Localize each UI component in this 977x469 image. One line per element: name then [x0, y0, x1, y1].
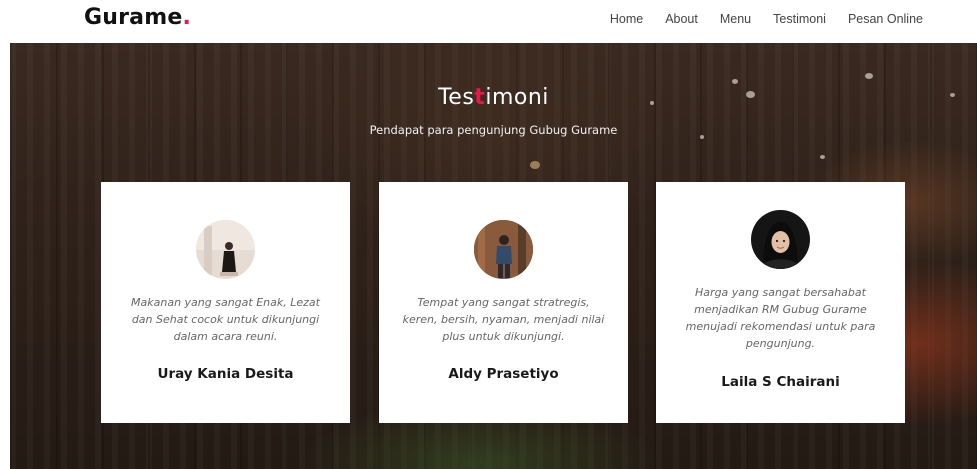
- avatar: [751, 210, 810, 269]
- nav-link-menu[interactable]: Menu: [720, 12, 751, 26]
- nav-link-testimoni[interactable]: Testimoni: [773, 12, 826, 26]
- nav-link-home[interactable]: Home: [610, 12, 643, 26]
- testimoni-section: Testimoni Pendapat para pengunjung Gubug…: [10, 43, 977, 469]
- testimonial-card-3: Harga yang sangat bersahabat menjadikan …: [656, 182, 905, 423]
- section-subtitle: Pendapat para pengunjung Gubug Gurame: [369, 123, 618, 137]
- background-speck: [732, 79, 738, 84]
- title-part-2: imoni: [485, 85, 549, 110]
- nav-menu: Home About Menu Testimoni Pesan Online: [610, 12, 923, 26]
- brand-dot: .: [182, 5, 192, 30]
- avatar: [474, 220, 533, 279]
- background-speck: [820, 155, 825, 159]
- avatar: [196, 220, 255, 279]
- avatar-photo-icon: [196, 220, 255, 279]
- avatar-photo-icon: [751, 210, 810, 269]
- background-speck: [530, 161, 540, 169]
- testimonial-card-1: Makanan yang sangat Enak, Lezat dan Seha…: [101, 182, 350, 423]
- testimonial-name: Uray Kania Desita: [157, 366, 294, 382]
- section-title: Testimoni: [10, 85, 977, 110]
- title-part-1: Tes: [438, 85, 475, 110]
- testimonial-quote: Harga yang sangat bersahabat menjadikan …: [685, 286, 876, 350]
- avatar-photo-icon: [474, 220, 533, 279]
- background-speck: [865, 73, 873, 79]
- testimonial-name: Aldy Prasetiyo: [448, 366, 559, 382]
- testimonial-quote: Tempat yang sangat stratregis, keren, be…: [402, 296, 605, 343]
- nav-link-pesan-online[interactable]: Pesan Online: [848, 12, 923, 26]
- testimonial-quote: Makanan yang sangat Enak, Lezat dan Seha…: [131, 296, 320, 343]
- navbar: Gurame. Home About Menu Testimoni Pesan …: [0, 0, 977, 43]
- testimonial-name: Laila S Chairani: [721, 374, 840, 390]
- brand-name: Gurame: [84, 5, 183, 30]
- title-accent-letter: t: [474, 85, 486, 110]
- brand-logo[interactable]: Gurame.: [84, 5, 191, 30]
- testimonial-card-2: Tempat yang sangat stratregis, keren, be…: [379, 182, 628, 423]
- nav-link-about[interactable]: About: [665, 12, 698, 26]
